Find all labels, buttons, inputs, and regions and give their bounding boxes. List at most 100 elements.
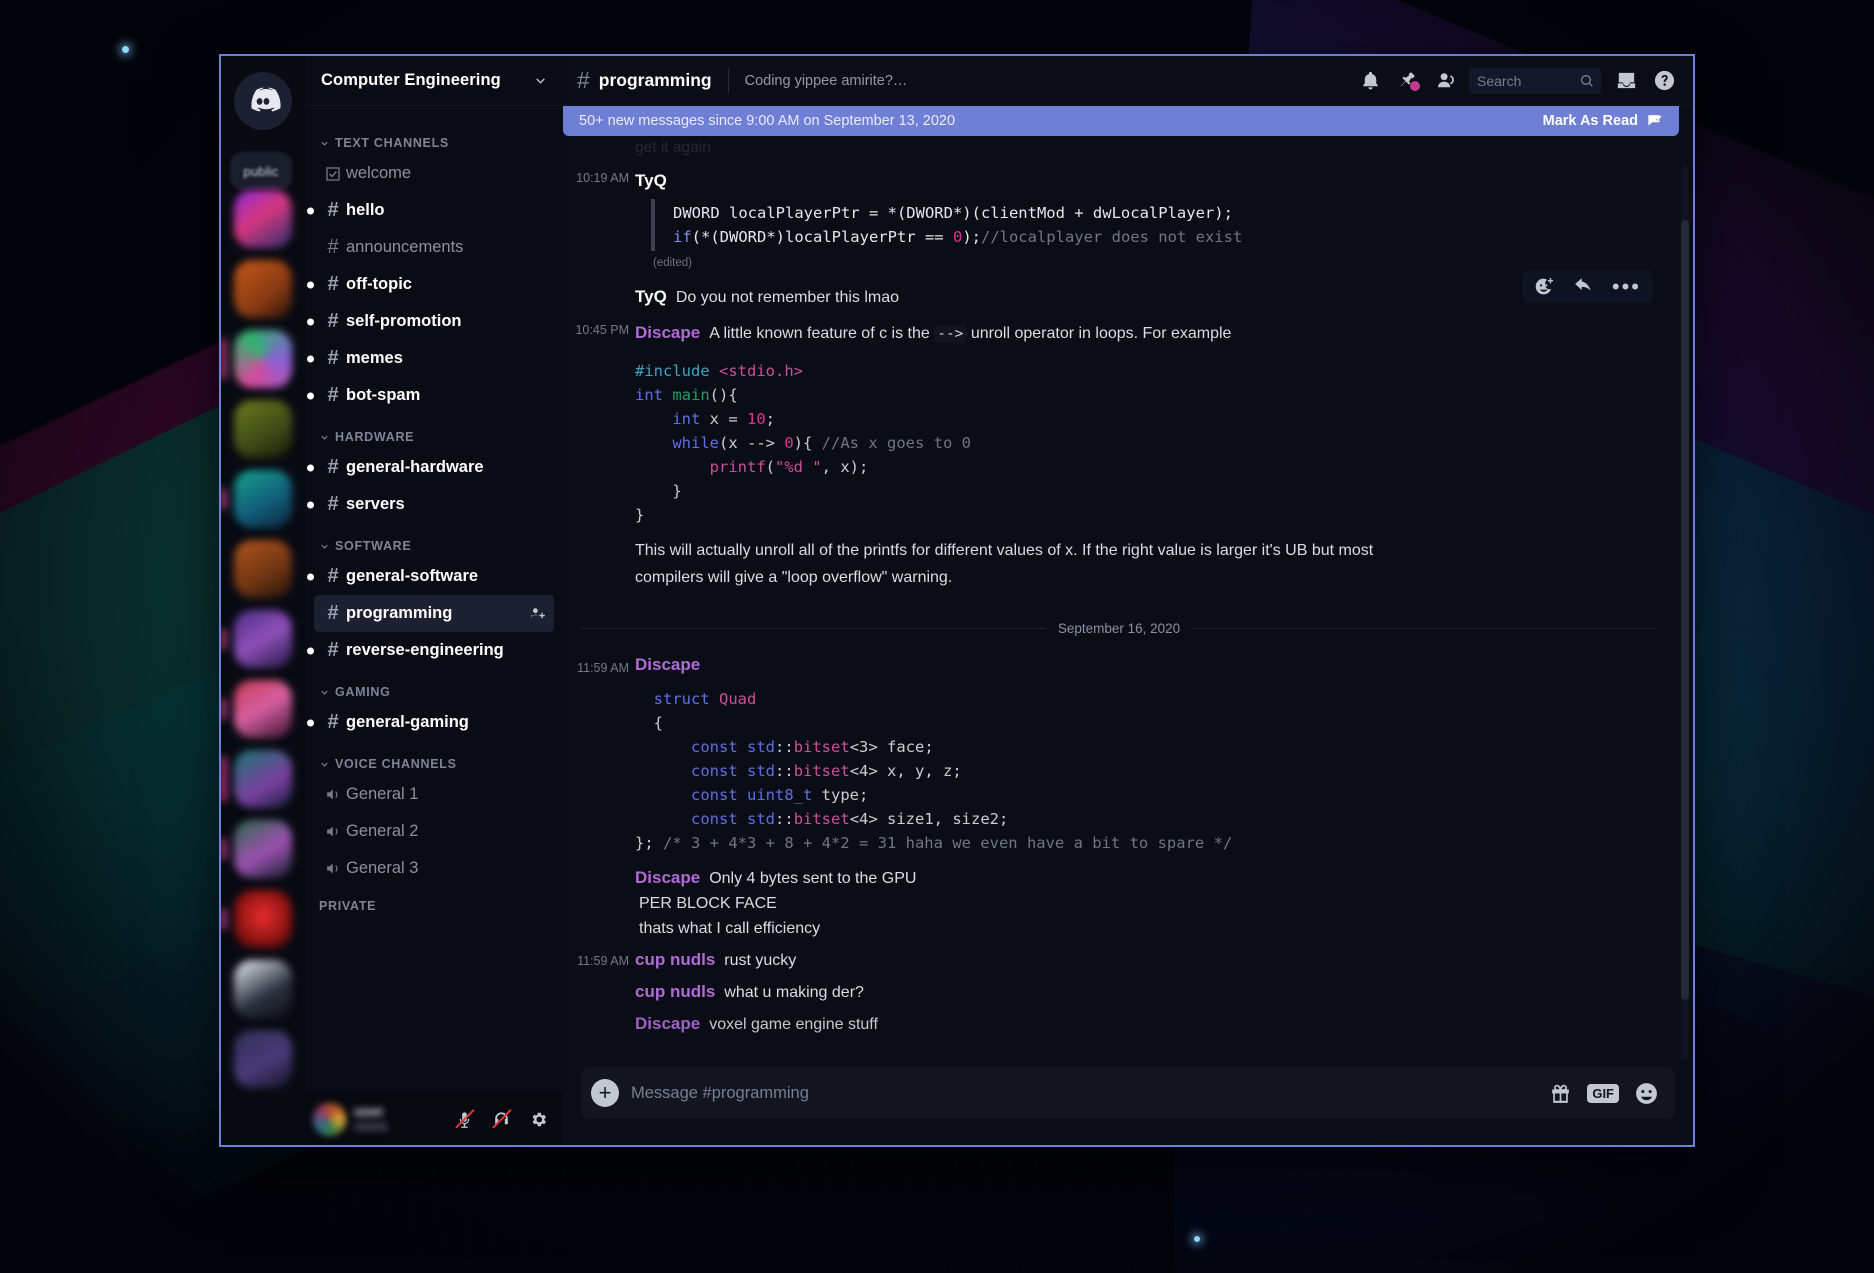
- sidebar-item-general-2[interactable]: General 2: [314, 813, 554, 850]
- server-icon-6[interactable]: [234, 540, 292, 598]
- category-text-channels[interactable]: TEXT CHANNELS: [305, 120, 563, 155]
- wallpaper-dot-1: [122, 46, 129, 53]
- hash-icon: #: [327, 310, 339, 332]
- add-member-icon[interactable]: [529, 605, 546, 622]
- message-author[interactable]: TyQ: [635, 284, 667, 309]
- sidebar-item-general-1[interactable]: General 1: [314, 776, 554, 813]
- sidebar-item-announcements[interactable]: # announcements: [314, 229, 554, 266]
- server-header[interactable]: Computer Engineering: [305, 56, 563, 106]
- server-icon-11[interactable]: [221, 890, 292, 948]
- server-unread-pill-10: [221, 838, 226, 860]
- message-discape-intro[interactable]: 10:45 PM Discape A little known feature …: [563, 312, 1675, 349]
- unread-dot: [307, 207, 314, 214]
- sidebar-item-hello[interactable]: # hello: [307, 192, 554, 229]
- message-discape-multiline[interactable]: Discape Only 4 bytes sent to the GPU PER…: [563, 857, 1675, 943]
- sidebar-item-programming[interactable]: # programming: [314, 595, 554, 632]
- message-discape-clipped[interactable]: Discape voxel game engine stuff: [563, 1007, 1675, 1039]
- server-icon-3[interactable]: [221, 330, 292, 388]
- server-icon-13[interactable]: [234, 1030, 292, 1088]
- server-icon-1[interactable]: [234, 190, 292, 248]
- category-voice-channels[interactable]: VOICE CHANNELS: [305, 741, 563, 776]
- message-hover-toolbar[interactable]: •••: [1521, 270, 1653, 303]
- search-input[interactable]: Search: [1469, 67, 1601, 94]
- plus-circle-icon[interactable]: +: [591, 1079, 619, 1107]
- category-label: GAMING: [335, 685, 391, 699]
- gear-icon[interactable]: [522, 1103, 555, 1136]
- message-list[interactable]: main menu, so it was crashing. I just ad…: [563, 106, 1693, 1059]
- help-circle-icon[interactable]: [1645, 62, 1683, 100]
- message-author[interactable]: cup nudls: [635, 979, 715, 1004]
- sidebar-item-reverse-engineering[interactable]: # reverse-engineering: [307, 632, 554, 669]
- mark-as-read-button[interactable]: Mark As Read: [1543, 112, 1665, 131]
- gif-button[interactable]: GIF: [1587, 1083, 1619, 1103]
- message-author[interactable]: Discape: [635, 320, 700, 345]
- edited-label: (edited): [653, 257, 692, 269]
- message-author[interactable]: Discape: [635, 865, 700, 890]
- hash-icon: #: [327, 639, 339, 661]
- new-messages-banner[interactable]: 50+ new messages since 9:00 AM on Septem…: [563, 106, 1679, 136]
- chevron-down-icon[interactable]: [534, 74, 547, 87]
- pin-icon[interactable]: [1389, 62, 1427, 100]
- message-codeblock-cpp[interactable]: struct Quad { const std::bitset<3> face;…: [563, 679, 1675, 857]
- reply-icon: [1575, 278, 1591, 291]
- server-rail[interactable]: public: [221, 56, 305, 1145]
- message-codeblock-c[interactable]: #include <stdio.h> int main(){ int x = 1…: [563, 349, 1675, 529]
- message-scrollbar[interactable]: [1681, 166, 1689, 1059]
- sidebar-item-welcome[interactable]: welcome: [314, 155, 554, 192]
- date-label: September 16, 2020: [1057, 621, 1181, 636]
- server-icon-4[interactable]: [234, 400, 292, 458]
- headphones-deafened-icon[interactable]: [485, 1103, 518, 1136]
- more-options-icon[interactable]: •••: [1612, 275, 1641, 297]
- message-input-placeholder[interactable]: Message #programming: [631, 1084, 1533, 1103]
- members-icon[interactable]: [1427, 62, 1465, 100]
- server-icon-2[interactable]: [234, 260, 292, 318]
- server-icon-7[interactable]: [221, 610, 292, 668]
- message-tyq-text[interactable]: TyQ Do you not remember this lmao •••: [563, 270, 1675, 312]
- message-author[interactable]: Discape: [635, 652, 700, 677]
- message-quote-block: DWORD localPlayerPtr = *(DWORD*)(clientM…: [651, 199, 1611, 251]
- channel-list[interactable]: TEXT CHANNELS welcome # hello # announce…: [305, 106, 563, 1093]
- sidebar-item-memes[interactable]: # memes: [307, 340, 554, 377]
- server-icon-9[interactable]: [221, 750, 292, 808]
- sidebar-item-general-hardware[interactable]: # general-hardware: [307, 449, 554, 486]
- message-tyq-code[interactable]: 10:19 AM TyQ DWORD localPlayerPtr = *(DW…: [563, 160, 1675, 278]
- message-discape-author[interactable]: 11:59 AM Discape: [563, 650, 1675, 679]
- current-user[interactable]: user #0000: [313, 1102, 444, 1136]
- sidebar-item-general-gaming[interactable]: # general-gaming: [307, 704, 554, 741]
- sidebar-item-general-3[interactable]: General 3: [314, 850, 554, 887]
- inbox-icon[interactable]: [1607, 62, 1645, 100]
- category-private-partial[interactable]: PRIVATE: [305, 887, 563, 913]
- code-block-cpp: struct Quad { const std::bitset<3> face;…: [635, 690, 1233, 852]
- microphone-muted-icon[interactable]: [448, 1103, 481, 1136]
- message-cupnudls-2[interactable]: cup nudls what u making der?: [563, 975, 1675, 1007]
- sidebar-item-off-topic[interactable]: # off-topic: [307, 266, 554, 303]
- category-gaming[interactable]: GAMING: [305, 669, 563, 704]
- sidebar-item-bot-spam[interactable]: # bot-spam: [307, 377, 554, 414]
- discord-home-button[interactable]: [234, 72, 292, 130]
- server-icon-5[interactable]: [221, 470, 292, 528]
- server-icon-8[interactable]: [221, 680, 292, 738]
- sidebar-item-self-promotion[interactable]: # self-promotion: [307, 303, 554, 340]
- user-panel: user #0000: [305, 1093, 563, 1145]
- message-author[interactable]: TyQ: [635, 168, 667, 193]
- mark-read-icon: [1648, 114, 1662, 125]
- message-composer[interactable]: + Message #programming GIF: [581, 1067, 1675, 1119]
- message-author[interactable]: cup nudls: [635, 947, 715, 972]
- server-unread-pill-11: [221, 908, 226, 930]
- bell-icon[interactable]: [1351, 62, 1389, 100]
- sidebar-item-servers[interactable]: # servers: [307, 486, 554, 523]
- channel-label: General 1: [346, 785, 419, 803]
- server-icon-10[interactable]: [221, 820, 292, 878]
- message-cupnudls-1[interactable]: 11:59 AM cup nudls rust yucky: [563, 943, 1675, 975]
- message-text-before: A little known feature of c is the: [709, 325, 930, 342]
- sidebar-item-general-software[interactable]: # general-software: [307, 558, 554, 595]
- message-author[interactable]: Discape: [635, 1011, 700, 1036]
- unread-dot: [307, 281, 314, 288]
- category-software[interactable]: SOFTWARE: [305, 523, 563, 558]
- emoji-icon[interactable]: [1631, 1078, 1661, 1108]
- server-icon-12[interactable]: [234, 960, 292, 1018]
- server-unread-pill-8: [221, 698, 226, 720]
- gift-icon[interactable]: [1545, 1078, 1575, 1108]
- scrollbar-thumb[interactable]: [1681, 220, 1689, 1000]
- category-hardware[interactable]: HARDWARE: [305, 414, 563, 449]
